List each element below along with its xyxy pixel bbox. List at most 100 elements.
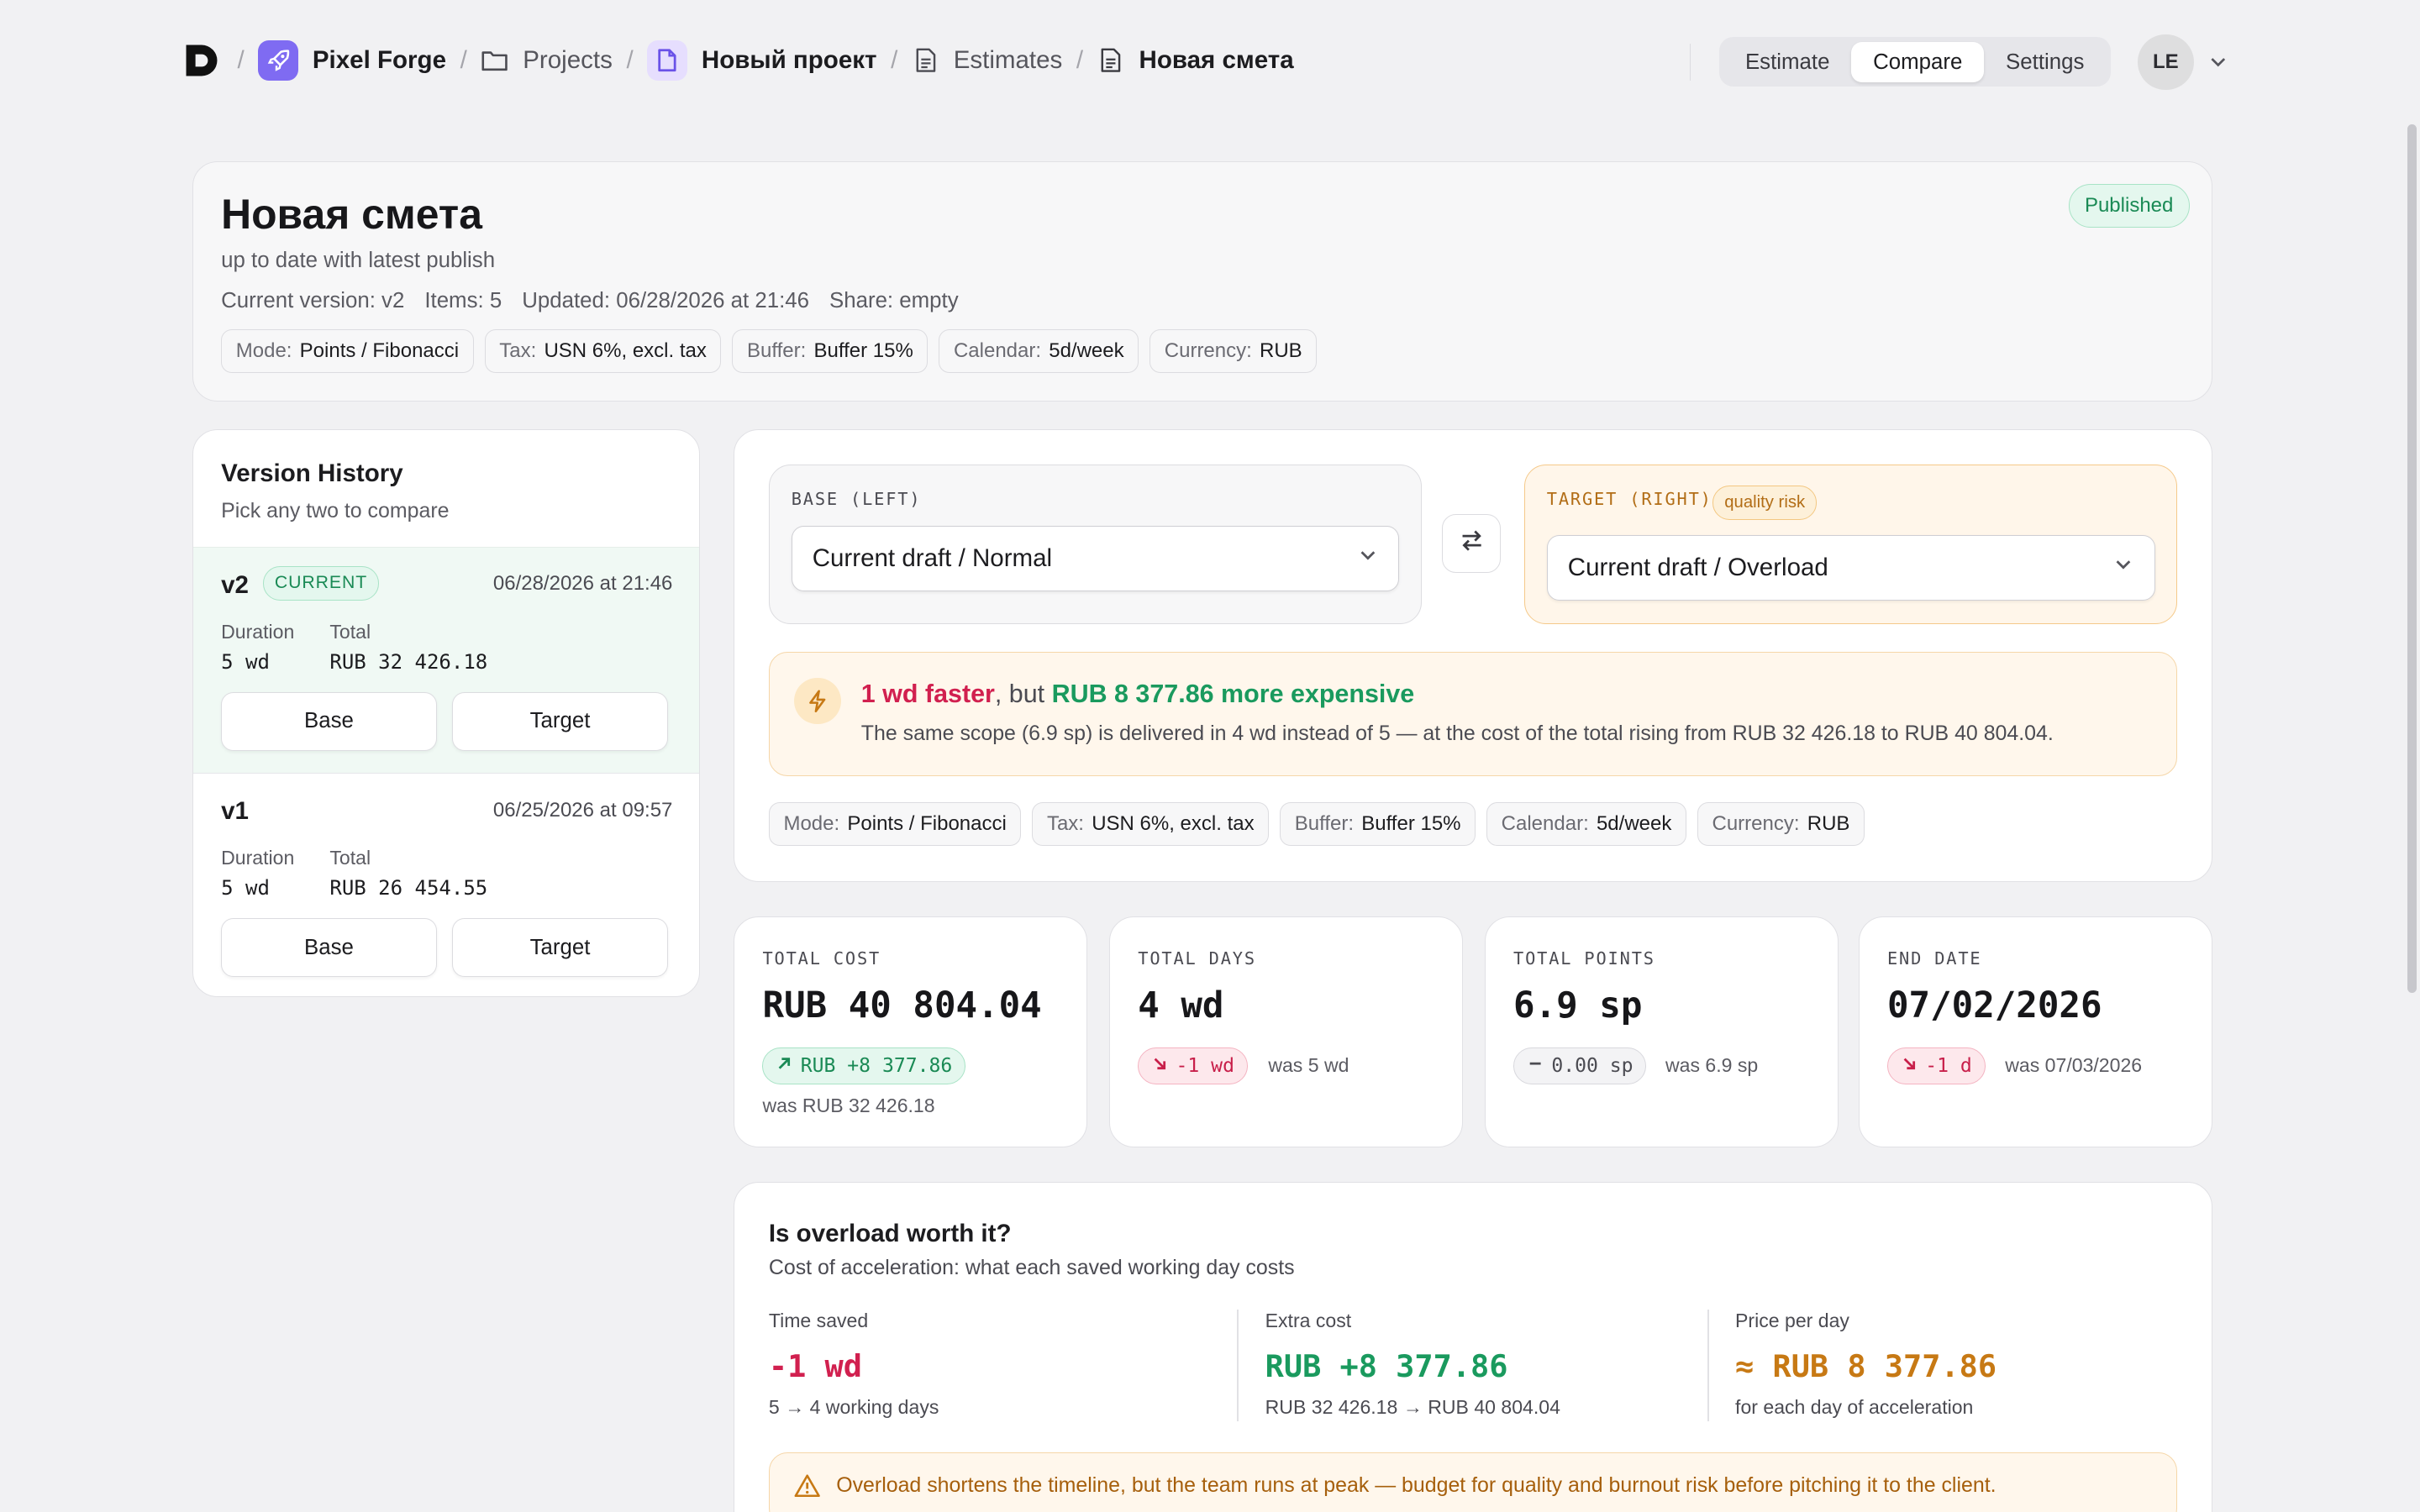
stat-value: 07/02/2026	[1886, 985, 2102, 1027]
metric-label: Extra cost	[1265, 1310, 1352, 1332]
param-calendar: Calendar: 5d/week	[1486, 802, 1686, 847]
arrow-down-right-icon	[1151, 1055, 1168, 1077]
target-dropdown[interactable]: Current draft / Overload	[1546, 535, 2155, 601]
view-switcher: Estimate Compare Settings	[1718, 37, 2111, 87]
target-selector: TARGET (RIGHT) quality risk Current draf…	[1523, 465, 2178, 625]
version-item-v2[interactable]: v2 CURRENT 06/28/2026 at 21:46 Duration …	[192, 546, 699, 774]
breadcrumb: / Pixel Forge / Projects / Новый проект …	[180, 39, 1294, 82]
chevron-down-icon	[1357, 544, 1379, 573]
overload-subtitle: Cost of acceleration: what each saved wo…	[768, 1255, 1295, 1279]
stat-label: END DATE	[1886, 948, 1982, 969]
overload-analysis: Is overload worth it? Cost of accelerati…	[734, 1181, 2212, 1512]
projects-label: Projects	[523, 45, 613, 74]
overload-title: Is overload worth it?	[768, 1220, 1012, 1248]
metric-foot: for each day of acceleration	[1735, 1396, 1974, 1419]
current-badge: CURRENT	[263, 565, 380, 601]
user-avatar[interactable]: LE	[2138, 34, 2194, 91]
app-logo-icon[interactable]	[180, 39, 224, 82]
dash-icon	[1527, 1055, 1544, 1077]
meta-items: Items: 5	[424, 289, 502, 313]
page-scrollbar[interactable]	[2407, 123, 2417, 993]
insight-cost: RUB 8 377.86 more expensive	[1051, 679, 1415, 708]
base-selector: BASE (LEFT) Current draft / Normal	[768, 465, 1423, 625]
set-base-button[interactable]: Base	[221, 918, 437, 978]
metric-divider	[1237, 1310, 1239, 1422]
metric-value: RUB +8 377.86	[1265, 1347, 1508, 1384]
breadcrumb-workspace[interactable]: Pixel Forge	[258, 39, 446, 81]
metric-value: -1 wd	[768, 1347, 862, 1384]
lightning-icon	[794, 677, 841, 725]
estimate-name: Новая смета	[1139, 45, 1294, 74]
quality-risk-badge: quality risk	[1712, 486, 1818, 520]
previous-value: was 6.9 sp	[1665, 1053, 1759, 1076]
estimate-header: Новая смета up to date with latest publi…	[192, 161, 2212, 402]
top-bar: / Pixel Forge / Projects / Новый проект …	[180, 34, 2243, 91]
insight-headline: 1 wd faster, but RUB 8 377.86 more expen…	[861, 680, 1414, 709]
metric-divider	[1707, 1310, 1709, 1422]
version-duration: 5 wd	[221, 876, 270, 900]
base-dropdown[interactable]: Current draft / Normal	[791, 526, 1400, 591]
rocket-icon	[258, 39, 299, 81]
version-history-subtitle: Pick any two to compare	[221, 498, 450, 522]
swap-arrows-icon	[1458, 527, 1486, 561]
delta-badge: -1 d	[1886, 1047, 1986, 1085]
project-name: Новый проект	[701, 45, 877, 74]
set-base-button[interactable]: Base	[221, 691, 437, 751]
delta-badge: RUB +8 377.86	[762, 1047, 966, 1085]
breadcrumb-estimates[interactable]: Estimates	[912, 46, 1062, 75]
metric-label: Price per day	[1735, 1310, 1849, 1332]
param-currency: Currency: RUB	[1150, 329, 1318, 374]
chevron-down-icon	[2112, 554, 2134, 582]
metric-value: ≈ RUB 8 377.86	[1735, 1347, 1997, 1384]
version-history-panel: Version History Pick any two to compare …	[192, 429, 700, 998]
meta-version: Current version: v2	[221, 289, 405, 313]
duration-label: Duration	[221, 620, 295, 643]
chevron-down-icon[interactable]	[2206, 50, 2231, 75]
stat-total-cost: TOTAL COST RUB 40 804.04 RUB +8 377.86 w…	[734, 916, 1088, 1148]
breadcrumb-projects[interactable]: Projects	[481, 45, 613, 75]
overload-warning: Overload shortens the timeline, but the …	[768, 1452, 2178, 1512]
status-badge: Published	[2068, 183, 2190, 228]
metric-foot: 5 → 4 working days	[768, 1396, 939, 1419]
breadcrumb-estimate[interactable]: Новая смета	[1097, 46, 1294, 75]
toolbar-divider	[1689, 43, 1691, 81]
warning-text: Overload shortens the timeline, but the …	[836, 1473, 1996, 1498]
tab-estimate[interactable]: Estimate	[1723, 42, 1851, 82]
previous-value: was RUB 32 426.18	[762, 1094, 935, 1116]
swap-button[interactable]	[1442, 514, 1502, 574]
tab-compare[interactable]: Compare	[1851, 41, 1985, 82]
param-mode: Mode: Points / Fibonacci	[221, 329, 474, 374]
arrow-down-right-icon	[1901, 1055, 1918, 1077]
compare-params-row: Mode: Points / Fibonacci Tax: USN 6%, excl…	[768, 802, 1865, 847]
previous-value: was 5 wd	[1268, 1053, 1349, 1076]
insight-faster: 1 wd faster	[860, 679, 995, 708]
insight-connector: , but	[994, 679, 1052, 708]
stat-value: RUB 40 804.04	[762, 985, 1042, 1027]
stat-label: TOTAL POINTS	[1513, 948, 1655, 969]
param-buffer: Buffer: Buffer 15%	[732, 329, 929, 374]
time-saved-metric: Time saved -1 wd 5 → 4 working days	[769, 1310, 939, 1425]
param-tax: Tax: USN 6%, excl. tax	[484, 329, 722, 374]
meta-updated: Updated: 06/28/2026 at 21:46	[522, 289, 810, 313]
delta-badge: -1 wd	[1138, 1047, 1248, 1085]
version-total: RUB 32 426.18	[329, 649, 488, 674]
comparison-insight: 1 wd faster, but RUB 8 377.86 more expen…	[768, 652, 2178, 777]
set-target-button[interactable]: Target	[452, 918, 668, 978]
version-item-v1[interactable]: v1 06/25/2026 at 09:57 Duration Total 5 …	[192, 773, 699, 996]
page-subtitle: up to date with latest publish	[221, 249, 496, 273]
breadcrumb-project[interactable]: Новый проект	[647, 39, 877, 81]
estimates-label: Estimates	[953, 45, 1063, 74]
tab-settings[interactable]: Settings	[1984, 42, 2106, 82]
delta-value: 0.00 sp	[1551, 1055, 1634, 1078]
workspace-name: Pixel Forge	[312, 45, 446, 74]
stat-end-date: END DATE 07/02/2026 -1 d was 07/03/2026	[1858, 916, 2212, 1148]
delta-value: -1 wd	[1176, 1055, 1234, 1078]
stat-label: TOTAL COST	[762, 948, 881, 969]
set-target-button[interactable]: Target	[452, 691, 668, 751]
metric-label: Time saved	[768, 1310, 869, 1332]
previous-value: was 07/03/2026	[2005, 1053, 2143, 1076]
version-name: v2	[221, 570, 249, 599]
param-calendar: Calendar: 5d/week	[939, 329, 1139, 374]
page-title: Новая смета	[221, 191, 482, 239]
version-date: 06/28/2026 at 21:46	[492, 572, 673, 596]
